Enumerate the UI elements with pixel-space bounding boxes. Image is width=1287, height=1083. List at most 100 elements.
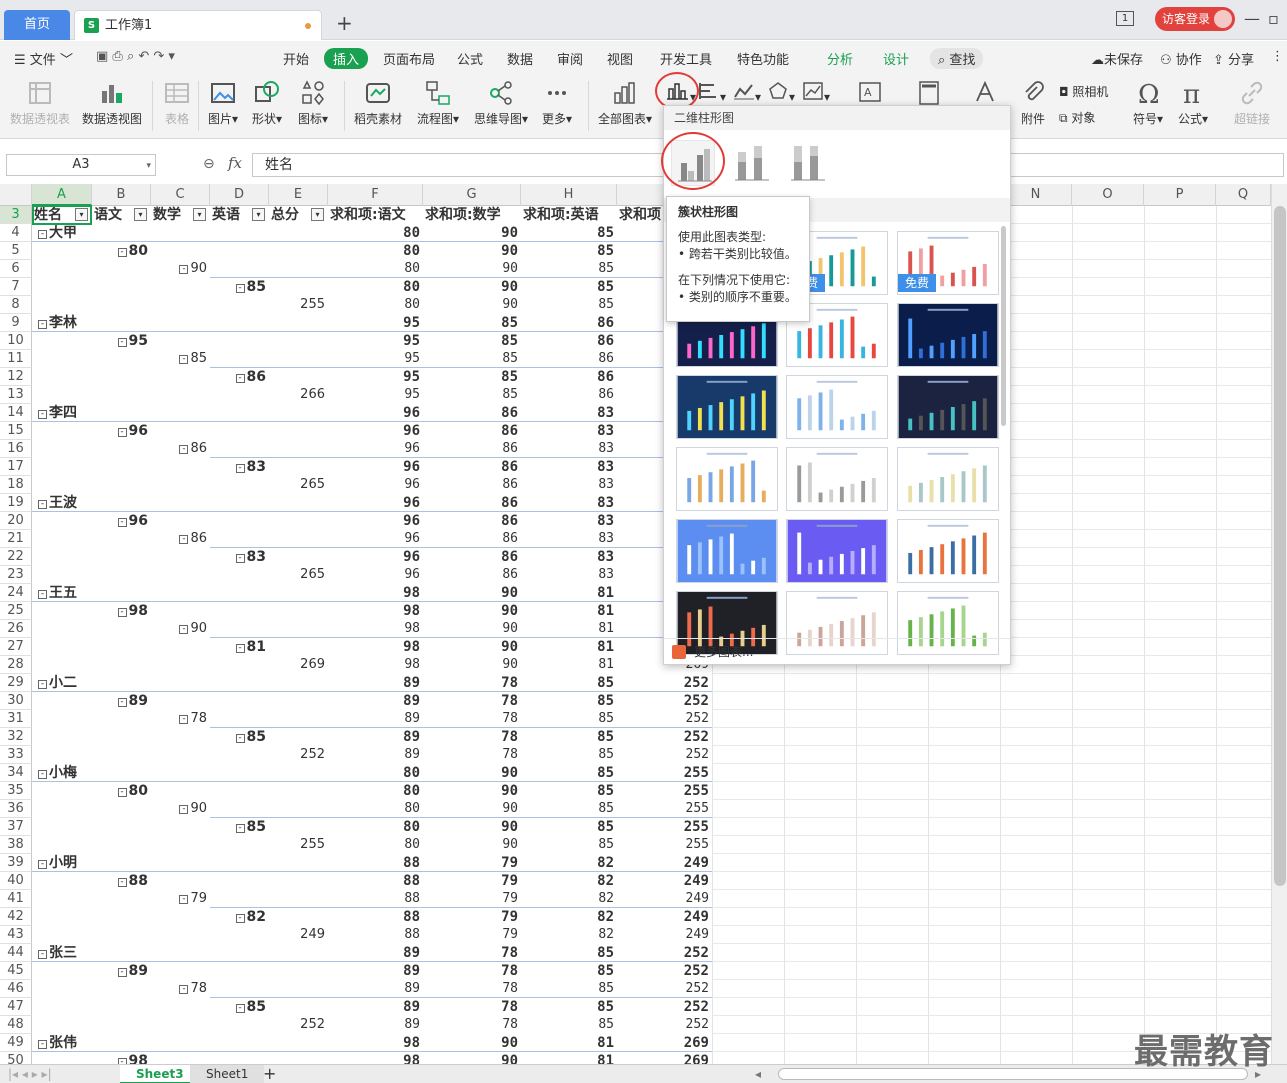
row-header[interactable]: 40 xyxy=(0,872,32,890)
sum-math-cell[interactable]: 86 xyxy=(423,440,521,458)
sum-math-cell[interactable]: 86 xyxy=(423,422,521,440)
collapse-icon[interactable]: - xyxy=(235,914,245,923)
percent-stacked-column-option[interactable] xyxy=(786,140,830,186)
sum-chinese-cell[interactable]: 98 xyxy=(328,584,423,602)
sum-math-cell[interactable]: 86 xyxy=(423,566,521,584)
sum-chinese-cell[interactable]: 80 xyxy=(328,296,423,314)
group-key-cell[interactable]: -90 xyxy=(151,800,210,818)
sum-chinese-cell[interactable]: 88 xyxy=(328,890,423,908)
sum-total-cell[interactable]: 249 xyxy=(617,854,712,872)
sum-chinese-cell[interactable]: 95 xyxy=(328,332,423,350)
sum-english-cell[interactable]: 85 xyxy=(521,710,617,728)
icon-button[interactable]: 图标▾ xyxy=(298,79,328,127)
sum-english-cell[interactable]: 82 xyxy=(521,908,617,926)
sum-english-cell[interactable]: 85 xyxy=(521,944,617,962)
row-header[interactable]: 50 xyxy=(0,1052,32,1064)
sheet-tab-sheet3[interactable]: Sheet3 xyxy=(120,1065,200,1083)
sum-english-cell[interactable]: 83 xyxy=(521,458,617,476)
image-button[interactable]: 图片▾ xyxy=(208,79,238,127)
sum-chinese-cell[interactable]: 80 xyxy=(328,764,423,782)
total-key-cell[interactable]: 249 xyxy=(269,926,328,944)
total-key-cell[interactable]: 269 xyxy=(269,656,328,674)
collapse-icon[interactable]: - xyxy=(235,464,245,473)
row-header[interactable]: 48 xyxy=(0,1016,32,1034)
sum-total-cell[interactable]: 252 xyxy=(617,692,712,710)
sum-total-cell[interactable]: 252 xyxy=(617,980,712,998)
sum-math-cell[interactable]: 86 xyxy=(423,512,521,530)
row-header[interactable]: 44 xyxy=(0,944,32,962)
total-key-cell[interactable]: 265 xyxy=(269,566,328,584)
sum-chinese-cell[interactable]: 96 xyxy=(328,440,423,458)
sum-math-cell[interactable]: 86 xyxy=(423,548,521,566)
row-header[interactable]: 18 xyxy=(0,476,32,494)
mindmap-button[interactable]: 思维导图▾ xyxy=(474,79,528,127)
row-header[interactable]: 43 xyxy=(0,926,32,944)
sum-total-cell[interactable]: 255 xyxy=(617,836,712,854)
collapse-icon[interactable]: - xyxy=(38,950,47,959)
sum-english-cell[interactable]: 81 xyxy=(521,584,617,602)
row-header[interactable]: 34 xyxy=(0,764,32,782)
tab-data[interactable]: 数据 xyxy=(507,49,533,68)
total-key-cell[interactable]: 255 xyxy=(269,296,328,314)
row-header[interactable]: 23 xyxy=(0,566,32,584)
sum-math-cell[interactable]: 78 xyxy=(423,710,521,728)
symbol-button[interactable]: Ω 符号▾ xyxy=(1133,79,1163,127)
sum-english-cell[interactable]: 83 xyxy=(521,530,617,548)
sum-english-cell[interactable]: 85 xyxy=(521,728,617,746)
row-header[interactable]: 49 xyxy=(0,1034,32,1052)
chart-template-thumbnail[interactable] xyxy=(897,519,999,583)
column-header-o[interactable]: O xyxy=(1072,184,1144,206)
collapse-icon[interactable]: - xyxy=(179,805,189,814)
column-header-g[interactable]: G xyxy=(423,184,521,206)
sum-chinese-cell[interactable]: 95 xyxy=(328,368,423,386)
group-name-cell[interactable]: - 李四 xyxy=(36,404,92,422)
collapse-icon[interactable]: - xyxy=(179,985,189,994)
collapse-icon[interactable]: - xyxy=(117,788,127,797)
scroll-left-icon[interactable]: ◂ xyxy=(755,1067,761,1081)
collapse-icon[interactable]: - xyxy=(179,535,189,544)
chart-template-thumbnail[interactable] xyxy=(786,447,888,511)
sum-chinese-cell[interactable]: 98 xyxy=(328,1052,423,1064)
sum-chinese-cell[interactable]: 88 xyxy=(328,854,423,872)
row-header[interactable]: 37 xyxy=(0,818,32,836)
more-window-icon[interactable]: ▫ xyxy=(1268,9,1279,28)
area-chart-button[interactable]: ▾ xyxy=(802,81,830,104)
sum-chinese-cell[interactable]: 89 xyxy=(328,962,423,980)
row-header[interactable]: 10 xyxy=(0,332,32,350)
column-header-p[interactable]: P xyxy=(1144,184,1216,206)
home-tab[interactable]: 首页 xyxy=(4,10,70,40)
sum-chinese-cell[interactable]: 98 xyxy=(328,620,423,638)
sum-chinese-cell[interactable]: 98 xyxy=(328,638,423,656)
tab-developer[interactable]: 开发工具 xyxy=(660,49,712,68)
group-key-cell[interactable]: -95 xyxy=(92,332,151,350)
sum-chinese-cell[interactable]: 96 xyxy=(328,458,423,476)
collapse-icon[interactable]: - xyxy=(179,265,189,274)
sum-math-cell[interactable]: 78 xyxy=(423,692,521,710)
sum-chinese-cell[interactable]: 98 xyxy=(328,1034,423,1052)
chart-template-thumbnail[interactable] xyxy=(897,303,999,367)
sum-english-cell[interactable]: 81 xyxy=(521,1034,617,1052)
row-header[interactable]: 9 xyxy=(0,314,32,332)
sum-total-cell[interactable]: 269 xyxy=(617,1052,712,1064)
sum-math-cell[interactable]: 90 xyxy=(423,584,521,602)
sum-total-cell[interactable]: 252 xyxy=(617,746,712,764)
camera-button[interactable]: ◘ 照相机 xyxy=(1059,83,1108,100)
minimize-icon[interactable]: — xyxy=(1244,9,1260,28)
sum-math-cell[interactable]: 90 xyxy=(423,278,521,296)
total-key-cell[interactable]: 252 xyxy=(269,1016,328,1034)
collapse-icon[interactable]: - xyxy=(179,355,189,364)
sum-chinese-cell[interactable]: 95 xyxy=(328,386,423,404)
sum-math-cell[interactable]: 90 xyxy=(423,656,521,674)
row-header[interactable]: 47 xyxy=(0,998,32,1016)
group-key-cell[interactable]: -85 xyxy=(210,278,269,296)
sum-math-cell[interactable]: 90 xyxy=(423,764,521,782)
hyperlink-button[interactable]: 超链接 xyxy=(1234,79,1270,127)
group-key-cell[interactable]: -85 xyxy=(210,818,269,836)
column-header-a[interactable]: A xyxy=(32,184,92,206)
shape-button[interactable]: 形状▾ xyxy=(252,79,282,127)
collapse-icon[interactable]: - xyxy=(179,715,189,724)
select-all-corner[interactable] xyxy=(0,184,32,206)
sum-math-cell[interactable]: 78 xyxy=(423,944,521,962)
column-header-c[interactable]: C xyxy=(151,184,210,206)
group-key-cell[interactable]: -98 xyxy=(92,1052,151,1064)
